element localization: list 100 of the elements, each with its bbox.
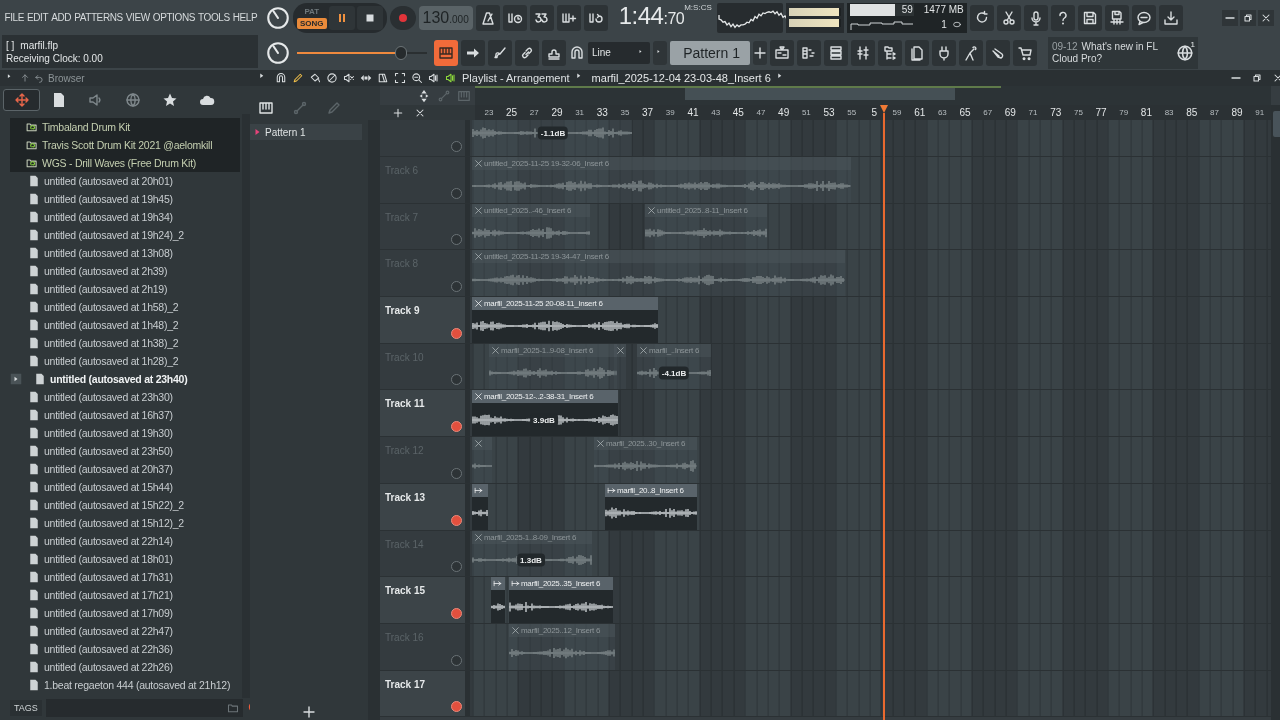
loop-record-button[interactable] xyxy=(583,4,608,31)
plus-icon[interactable] xyxy=(301,704,317,720)
volume-knob[interactable] xyxy=(266,5,290,30)
typing-keyboard-button[interactable] xyxy=(434,39,458,66)
slip-icon[interactable] xyxy=(360,72,372,84)
link-button[interactable] xyxy=(515,39,539,66)
audio-clip[interactable]: marfil_2025..35_Insert 6 xyxy=(509,577,613,623)
cross-icon[interactable] xyxy=(491,345,500,355)
browser-item[interactable]: 1.beat regaeton 444 (autosaved at 21h12) xyxy=(0,676,240,694)
menu-item[interactable]: EDIT xyxy=(25,12,50,23)
cross-icon[interactable] xyxy=(596,439,605,449)
back-arrow-icon[interactable] xyxy=(34,73,44,83)
cross-icon[interactable] xyxy=(474,205,483,215)
pause-button[interactable] xyxy=(328,5,355,30)
track-toggle[interactable] xyxy=(451,421,462,433)
menu-item[interactable]: HELP xyxy=(231,12,259,23)
timeline-ruler[interactable]: 23 25 27 29 31 33 35 37 39 41 43 45 47 49 51 53 55 5 59 61 63 65 67 69 71 73 75 77 79 81 83 85 87 89 91 xyxy=(475,105,1272,120)
browser-item[interactable]: untitled (autosaved at 17h21) xyxy=(0,586,240,604)
mixer-button[interactable] xyxy=(851,39,875,66)
node-icon[interactable] xyxy=(437,88,451,103)
browser-item[interactable]: untitled (autosaved at 19h24)_2 xyxy=(0,226,240,244)
move-arrows-icon[interactable] xyxy=(417,88,431,103)
playlist-button[interactable] xyxy=(770,39,794,66)
cross-icon[interactable] xyxy=(474,252,483,262)
piano-roll-button[interactable] xyxy=(797,39,821,66)
menu-item[interactable]: PATTERNS xyxy=(72,12,125,23)
track-toggle[interactable] xyxy=(451,607,462,619)
cross-icon[interactable] xyxy=(647,205,656,215)
audio-clip[interactable]: marfil_20..8_Insert 6 xyxy=(605,483,697,530)
track-header[interactable]: Track 13 xyxy=(380,483,470,530)
browser-item[interactable]: untitled (autosaved at 23h40) xyxy=(0,370,240,388)
track-toggle[interactable] xyxy=(451,561,462,573)
browser-item[interactable]: untitled (autosaved at 22h47) xyxy=(0,622,240,640)
track-toggle[interactable] xyxy=(451,654,462,666)
browser-item[interactable]: untitled (autosaved at 22h36) xyxy=(0,640,240,658)
record-button[interactable] xyxy=(389,5,416,30)
browser-item[interactable]: untitled (autosaved at 15h12)_2 xyxy=(0,514,240,532)
browser-item[interactable]: Timbaland Drum Kit xyxy=(10,118,240,136)
speaker-icon[interactable] xyxy=(428,72,440,84)
arrow-button[interactable] xyxy=(461,39,485,66)
no-entry-icon[interactable] xyxy=(326,72,338,84)
countdown-button[interactable] xyxy=(529,4,554,31)
stop-button[interactable] xyxy=(356,5,383,30)
track-toggle[interactable] xyxy=(451,141,462,152)
browser-item[interactable]: untitled (autosaved at 22h14) xyxy=(0,532,240,550)
zoom-icon[interactable] xyxy=(411,72,423,84)
cross-icon[interactable] xyxy=(474,299,483,309)
audio-clip[interactable]: marfil_2025-11-25 20-08-11_Insert 6 xyxy=(472,297,658,343)
stretch-arrow-icon[interactable] xyxy=(607,485,616,495)
track-toggle[interactable] xyxy=(451,327,462,339)
browser-item[interactable]: untitled (autosaved at 19h30) xyxy=(0,424,240,442)
add-pattern-button[interactable] xyxy=(753,40,767,65)
pencil-icon[interactable] xyxy=(292,72,304,84)
browser-item[interactable]: untitled (autosaved at 22h26) xyxy=(0,658,240,676)
track-header[interactable]: Track 15 xyxy=(380,577,470,623)
menu-item[interactable]: OPTIONS xyxy=(151,12,197,23)
browser-item[interactable]: untitled (autosaved at 19h45) xyxy=(0,190,240,208)
audio-clip[interactable] xyxy=(472,437,492,483)
menu-item[interactable]: TOOLS xyxy=(196,12,232,23)
help-button[interactable] xyxy=(1050,4,1075,31)
save-button[interactable] xyxy=(1077,4,1102,31)
globe-icon[interactable] xyxy=(1176,43,1194,62)
cut-button[interactable] xyxy=(996,4,1021,31)
record-audio-button[interactable] xyxy=(1023,4,1048,31)
track-header[interactable]: Track 9 xyxy=(380,297,470,343)
browser-item[interactable]: WGS - Drill Waves (Free Drum Kit) xyxy=(10,154,240,172)
snap-dropdown[interactable]: Line xyxy=(588,41,650,64)
plugin-button[interactable] xyxy=(932,39,956,66)
browser-item[interactable]: untitled (autosaved at 2h39) xyxy=(0,262,240,280)
track-header[interactable]: Track 17 xyxy=(380,670,470,717)
step-edit-button[interactable] xyxy=(556,4,581,31)
menu-item[interactable]: FILE xyxy=(3,12,26,23)
browser-item[interactable]: untitled (autosaved at 20h01) xyxy=(0,172,240,190)
track-header[interactable]: Track 11 xyxy=(380,390,470,437)
track-toggle[interactable] xyxy=(451,701,462,713)
close-button[interactable] xyxy=(1258,9,1274,26)
cross-icon[interactable] xyxy=(639,345,648,355)
browser-item[interactable]: untitled (autosaved at 17h31) xyxy=(0,568,240,586)
track-toggle[interactable] xyxy=(451,187,462,199)
chat-button[interactable] xyxy=(1131,4,1156,31)
browser-item[interactable]: untitled (autosaved at 1h48)_2 xyxy=(0,316,240,334)
plus-icon[interactable] xyxy=(392,106,404,119)
mode-toggle[interactable]: SONG xyxy=(297,18,327,29)
audio-clip[interactable] xyxy=(472,483,488,530)
touch-button[interactable] xyxy=(986,39,1010,66)
browser-item[interactable]: untitled (autosaved at 1h58)_2 xyxy=(0,298,240,316)
minimize-button[interactable] xyxy=(1222,9,1238,26)
mute-icon[interactable] xyxy=(343,72,355,84)
track-toggle[interactable] xyxy=(451,281,462,293)
stretch-arrow-icon[interactable] xyxy=(474,485,483,495)
browser-tab[interactable] xyxy=(3,89,40,111)
pattern-selector[interactable]: Pattern 1 xyxy=(670,40,750,65)
browser-item[interactable]: untitled (autosaved at 16h37) xyxy=(0,406,240,424)
browser-item[interactable]: untitled (autosaved at 19h34) xyxy=(0,208,240,226)
audio-clip[interactable]: marfil_..Insert 6 -4.1dB xyxy=(637,343,711,390)
paint-bucket-icon[interactable] xyxy=(309,72,321,84)
magnet-icon[interactable] xyxy=(275,72,287,84)
cross-icon[interactable] xyxy=(474,159,483,168)
cross-icon[interactable] xyxy=(616,345,625,355)
browser-item[interactable]: untitled (autosaved at 17h09) xyxy=(0,604,240,622)
